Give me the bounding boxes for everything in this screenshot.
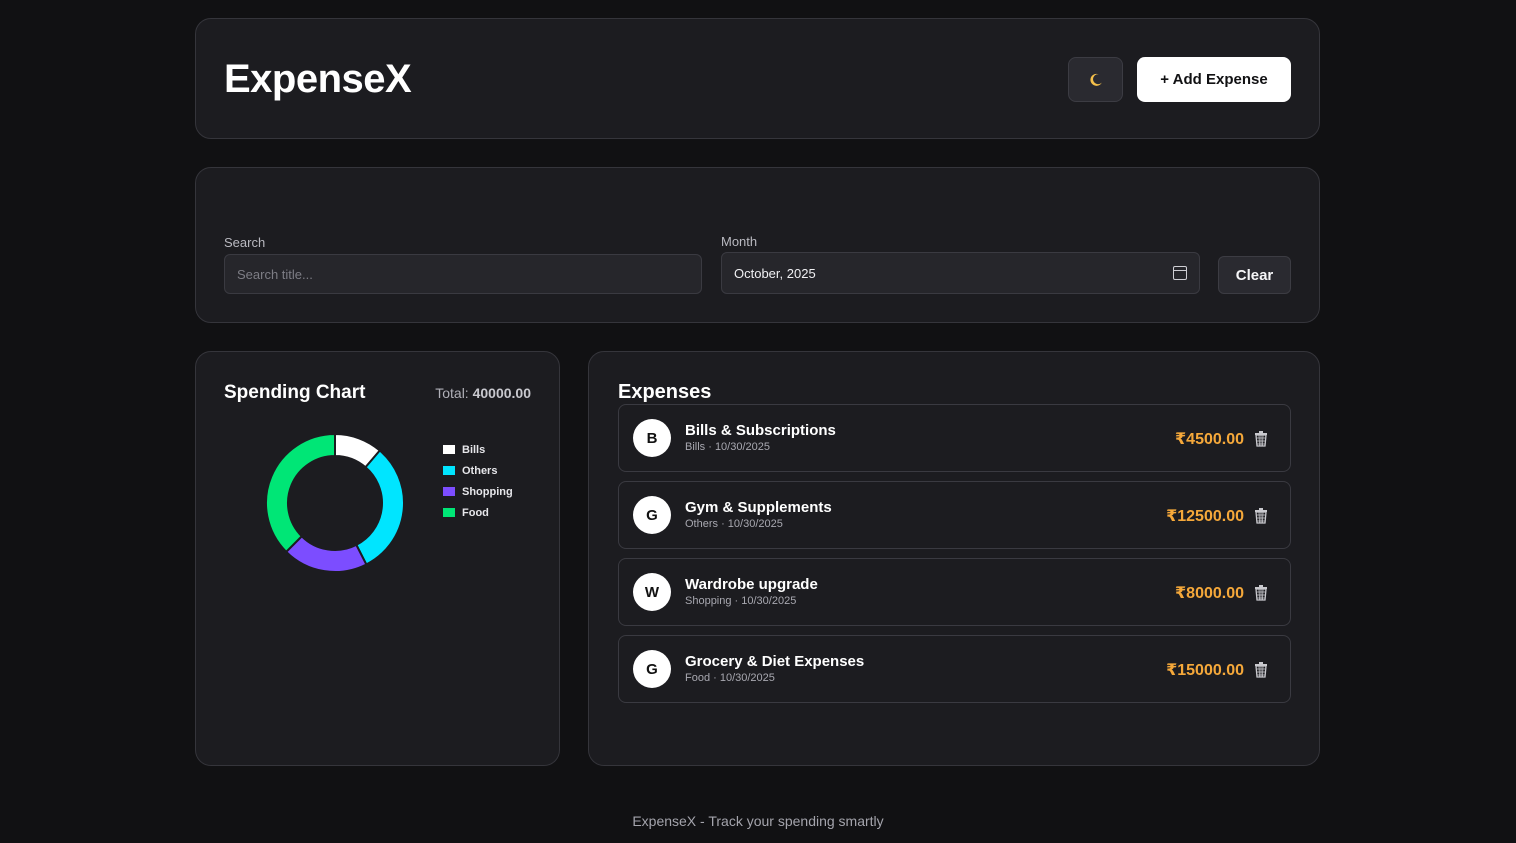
expense-meta: Shopping · 10/30/2025	[685, 595, 797, 607]
spending-chart-card: Spending Chart Total: 40000.00 Bills Othe…	[195, 351, 560, 766]
donut-slice-food	[265, 432, 336, 554]
trash-icon[interactable]	[1253, 584, 1269, 601]
trash-icon[interactable]	[1253, 661, 1269, 678]
avatar: B	[633, 419, 671, 457]
footer-text: ExpenseX - Track your spending smartly	[632, 813, 884, 829]
expense-item[interactable]: B Bills & Subscriptions Bills · 10/30/2025…	[618, 404, 1291, 472]
chart-legend: Bills Others Shopping Food	[443, 439, 513, 523]
legend-item-others: Others	[443, 460, 513, 481]
avatar: G	[633, 496, 671, 534]
month-label: Month	[721, 234, 758, 249]
expense-title: Wardrobe upgrade	[685, 576, 818, 593]
legend-swatch	[443, 487, 455, 496]
clear-button[interactable]: Clear	[1218, 256, 1291, 294]
expense-meta: Bills · 10/30/2025	[685, 441, 770, 453]
legend-label: Others	[462, 464, 498, 477]
expense-title: Grocery & Diet Expenses	[685, 653, 865, 670]
expense-amount: ₹12500.00	[1166, 508, 1244, 525]
expense-amount: ₹8000.00	[1175, 585, 1244, 602]
expense-item[interactable]: G Grocery & Diet Expenses Food · 10/30/202…	[618, 635, 1291, 703]
expense-title: Gym & Supplements	[685, 499, 832, 516]
trash-icon[interactable]	[1253, 507, 1269, 524]
total-value: 40000.00	[472, 385, 531, 401]
legend-label: Bills	[462, 443, 486, 456]
theme-toggle-button[interactable]	[1068, 57, 1123, 102]
search-label: Search	[224, 235, 266, 250]
expenses-list: B Bills & Subscriptions Bills · 10/30/2025…	[618, 404, 1291, 712]
total-label: Total:	[435, 385, 469, 401]
legend-label: Food	[462, 506, 489, 519]
expenses-card: Expenses B Bills & Subscriptions Bills · 1…	[588, 351, 1320, 766]
legend-swatch	[443, 508, 455, 517]
avatar: W	[633, 573, 671, 611]
expense-meta: Food · 10/30/2025	[685, 672, 775, 684]
search-input[interactable]	[224, 254, 702, 294]
expenses-title: Expenses	[618, 381, 712, 403]
avatar: G	[633, 650, 671, 688]
donut-chart	[265, 432, 405, 573]
chart-total: Total: 40000.00	[435, 385, 531, 401]
expense-meta: Others · 10/30/2025	[685, 518, 783, 530]
add-expense-button[interactable]: + Add Expense	[1137, 57, 1291, 102]
app-title: ExpenseX	[224, 57, 412, 101]
donut-slice-others	[354, 449, 405, 566]
trash-icon[interactable]	[1253, 430, 1269, 447]
legend-item-food: Food	[443, 502, 513, 523]
expense-item[interactable]: W Wardrobe upgrade Shopping · 10/30/2025 ₹8…	[618, 558, 1291, 626]
calendar-icon[interactable]	[1173, 266, 1187, 280]
filters-panel: Search Month October, 2025 Clear	[195, 167, 1320, 323]
month-value: October, 2025	[734, 265, 816, 281]
expense-item[interactable]: G Gym & Supplements Others · 10/30/2025 ₹12…	[618, 481, 1291, 549]
legend-item-bills: Bills	[443, 439, 513, 460]
expense-amount: ₹4500.00	[1175, 431, 1244, 448]
chart-title: Spending Chart	[224, 382, 366, 403]
donut-slice-shopping	[284, 534, 368, 573]
legend-label: Shopping	[462, 485, 513, 498]
app-header: ExpenseX + Add Expense	[195, 18, 1320, 139]
expense-title: Bills & Subscriptions	[685, 422, 836, 439]
legend-item-shopping: Shopping	[443, 481, 513, 502]
expense-amount: ₹15000.00	[1166, 662, 1244, 679]
moon-icon	[1089, 73, 1102, 86]
legend-swatch	[443, 445, 455, 454]
month-picker[interactable]: October, 2025	[721, 252, 1200, 294]
legend-swatch	[443, 466, 455, 475]
